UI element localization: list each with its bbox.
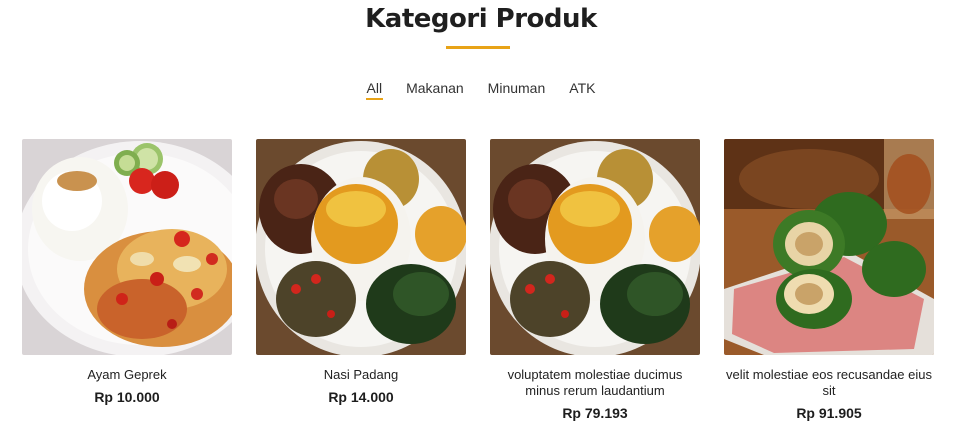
product-name[interactable]: voluptatem molestiae ducimus minus rerum…: [490, 367, 700, 399]
product-card[interactable]: Nasi Padang Rp 14.000: [256, 139, 466, 405]
product-card[interactable]: Ayam Geprek Rp 10.000: [22, 139, 232, 405]
product-price: Rp 79.193: [562, 405, 628, 421]
product-name[interactable]: Ayam Geprek: [22, 367, 232, 383]
nasi-padang-image[interactable]: [256, 139, 466, 355]
product-name[interactable]: velit molestiae eos recusandae eius sit: [724, 367, 934, 399]
ayam-geprek-image[interactable]: [22, 139, 232, 355]
nasi-padang-image[interactable]: [490, 139, 700, 355]
product-price: Rp 14.000: [328, 389, 394, 405]
category-filter-bar: All Makanan Minuman ATK: [0, 80, 962, 100]
product-price: Rp 10.000: [94, 389, 160, 405]
filter-all[interactable]: All: [365, 80, 384, 100]
product-price: Rp 91.905: [796, 405, 862, 421]
section-title: Kategori Produk: [365, 4, 597, 34]
filter-atk[interactable]: ATK: [568, 80, 596, 100]
title-underline: [446, 46, 510, 49]
filter-makanan[interactable]: Makanan: [405, 80, 465, 100]
product-name[interactable]: Nasi Padang: [256, 367, 466, 383]
product-card[interactable]: voluptatem molestiae ducimus minus rerum…: [490, 139, 700, 421]
filter-minuman[interactable]: Minuman: [487, 80, 547, 100]
product-card[interactable]: velit molestiae eos recusandae eius sit …: [724, 139, 934, 421]
lemper-image[interactable]: [724, 139, 934, 355]
